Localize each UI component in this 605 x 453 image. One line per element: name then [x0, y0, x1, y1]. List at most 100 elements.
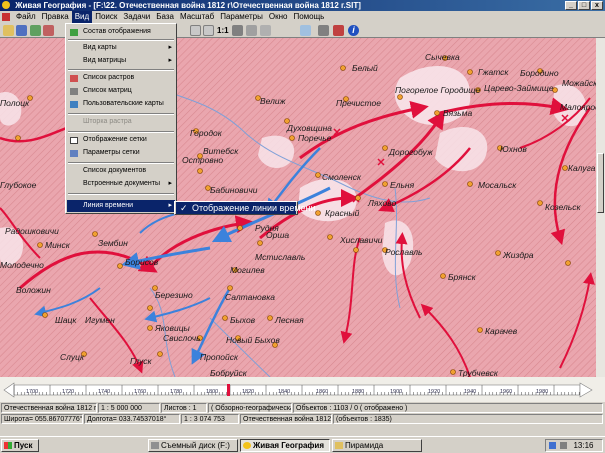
- map-icon[interactable]: [43, 25, 54, 36]
- menu-item-label: Вид матрицы: [83, 57, 127, 64]
- place-label: Березино: [155, 290, 193, 300]
- pan-icon[interactable]: [246, 25, 257, 36]
- menu-separator: [68, 131, 174, 133]
- submenu-arrow-icon: ▸: [168, 44, 172, 51]
- menu-item-matrix-list[interactable]: Список матриц: [67, 85, 175, 97]
- pointer-icon[interactable]: [232, 25, 243, 36]
- layers-icon[interactable]: [30, 25, 41, 36]
- timeline-year-label: 1980: [536, 389, 548, 395]
- book-icon[interactable]: [333, 25, 344, 36]
- maximize-button[interactable]: □: [578, 1, 590, 10]
- info-icon[interactable]: i: [348, 25, 359, 36]
- place-label: Брянск: [448, 272, 477, 282]
- zoom-in-icon[interactable]: [190, 25, 201, 36]
- menu-window[interactable]: Окно: [266, 11, 291, 23]
- place-label: Глубокое: [0, 180, 37, 190]
- menu-item-grid-display[interactable]: Отображение сетки: [67, 134, 175, 146]
- timeline-year-label: 1880: [352, 389, 364, 395]
- menu-item-raster-curtain[interactable]: Шторка растра: [67, 116, 175, 128]
- status-longitude: Долгота= 033.74537018°: [84, 414, 180, 424]
- status-scale: 1 : 5 000 000: [98, 403, 160, 413]
- zoom-out-icon[interactable]: [203, 25, 214, 36]
- minimize-button[interactable]: _: [565, 1, 577, 10]
- place-label: Радошковичи: [5, 226, 59, 236]
- drive-icon: [151, 442, 159, 449]
- open-folder-icon[interactable]: [3, 25, 14, 36]
- place-label: Молодечно: [0, 260, 44, 270]
- timeline-svg: 1700 1720 1740 1760 1780 1800 1820 1840 …: [3, 382, 593, 398]
- language-icon[interactable]: [549, 442, 556, 450]
- scrollbar-thumb[interactable]: [597, 153, 604, 213]
- place-label: Новый Быхов: [226, 335, 280, 345]
- place-label: Салтановка: [225, 292, 275, 302]
- menu-item-display-composition[interactable]: Состав отображения: [67, 26, 175, 38]
- place-label: Смоленск: [322, 172, 362, 182]
- place-label: Гжатск: [478, 67, 509, 77]
- menu-item-embedded-documents[interactable]: Встроенные документы ▸: [67, 178, 175, 190]
- layers-icon: [70, 29, 78, 36]
- menu-database[interactable]: База: [153, 11, 177, 23]
- menu-item-user-maps[interactable]: Пользовательские карты: [67, 98, 175, 110]
- place-label: Царево-Займище: [484, 83, 554, 93]
- scale-1-1-button[interactable]: 1:1: [217, 25, 229, 36]
- status-current-scale: 1 : 3 074 753: [181, 414, 239, 424]
- taskbar-item-live-geography[interactable]: Живая География: [240, 439, 330, 452]
- folder-icon: [335, 442, 343, 449]
- place-label: Мосальск: [478, 180, 517, 190]
- menu-edit[interactable]: Правка: [39, 11, 72, 23]
- place-label: Быхов: [230, 315, 256, 325]
- place-label: Жиздра: [502, 250, 534, 260]
- menu-separator: [68, 113, 174, 115]
- place-label: Городок: [190, 128, 223, 138]
- system-tray: 13:16: [545, 439, 603, 452]
- place-label: Яковицы: [154, 323, 191, 333]
- menu-item-label: Список растров: [83, 74, 135, 81]
- timeline-year-label: 1740: [98, 389, 110, 395]
- print-icon[interactable]: [318, 25, 329, 36]
- place-label: Дорогобуж: [388, 147, 434, 157]
- status-object-count: (объектов : 1835): [333, 414, 603, 424]
- status-sheets: Листов : 1: [161, 403, 207, 413]
- start-button[interactable]: Пуск: [1, 439, 39, 452]
- vertical-scrollbar[interactable]: [596, 38, 605, 377]
- submenu-arrow-icon: ▸: [168, 202, 172, 209]
- clock: 13:16: [573, 441, 594, 450]
- menu-view[interactable]: Вид: [71, 11, 93, 23]
- window-title: Живая География - [F:\22. Отечественная …: [15, 1, 361, 10]
- place-label: Хиславичи: [339, 235, 383, 245]
- menu-parameters[interactable]: Параметры: [217, 11, 266, 23]
- timeline-marker[interactable]: [227, 384, 230, 396]
- timeline-year-label: 1940: [464, 389, 476, 395]
- start-label: Пуск: [14, 441, 33, 450]
- menu-file[interactable]: Файл: [13, 11, 39, 23]
- place-label: Красный: [325, 208, 360, 218]
- menu-item-grid-parameters[interactable]: Параметры сетки: [67, 147, 175, 159]
- timeline-year-label: 1800: [206, 389, 218, 395]
- save-icon[interactable]: [16, 25, 27, 36]
- menu-help[interactable]: Помощь: [290, 11, 327, 23]
- place-label: Духовщина: [286, 123, 332, 133]
- document-icon[interactable]: [2, 13, 10, 21]
- menu-item-map-view[interactable]: Вид карты ▸: [67, 42, 175, 54]
- measure-icon[interactable]: [260, 25, 271, 36]
- menu-search[interactable]: Поиск: [92, 11, 120, 23]
- place-label: Велиж: [260, 96, 287, 106]
- timeline-year-label: 1840: [278, 389, 290, 395]
- menu-item-timeline[interactable]: Линия времени ▸: [67, 200, 175, 212]
- timeline-year-label: 1920: [428, 389, 440, 395]
- menu-item-show-timeline[interactable]: ✓ Отображение линии времени: [176, 202, 316, 214]
- menu-item-raster-list[interactable]: Список растров: [67, 72, 175, 84]
- timeline-bar[interactable]: 1700 1720 1740 1760 1780 1800 1820 1840 …: [0, 377, 605, 402]
- menu-scale[interactable]: Масштаб: [177, 11, 217, 23]
- grid-icon[interactable]: [300, 25, 311, 36]
- close-button[interactable]: x: [591, 1, 603, 10]
- menu-item-matrix-view[interactable]: Вид матрицы ▸: [67, 55, 175, 67]
- menu-tasks[interactable]: Задачи: [120, 11, 153, 23]
- taskbar-item-pyramid[interactable]: Пирамида: [332, 439, 422, 452]
- status-bar: Отечественная война 1812 г 1 : 5 000 000…: [0, 402, 605, 436]
- menu-item-document-list[interactable]: Список документов: [67, 165, 175, 177]
- volume-icon[interactable]: [560, 442, 568, 450]
- view-menu: Состав отображения Вид карты ▸ Вид матри…: [65, 23, 177, 214]
- title-bar[interactable]: Живая География - [F:\22. Отечественная …: [0, 0, 605, 11]
- taskbar-item-removable-disk[interactable]: Съемный диск (F:): [148, 439, 238, 452]
